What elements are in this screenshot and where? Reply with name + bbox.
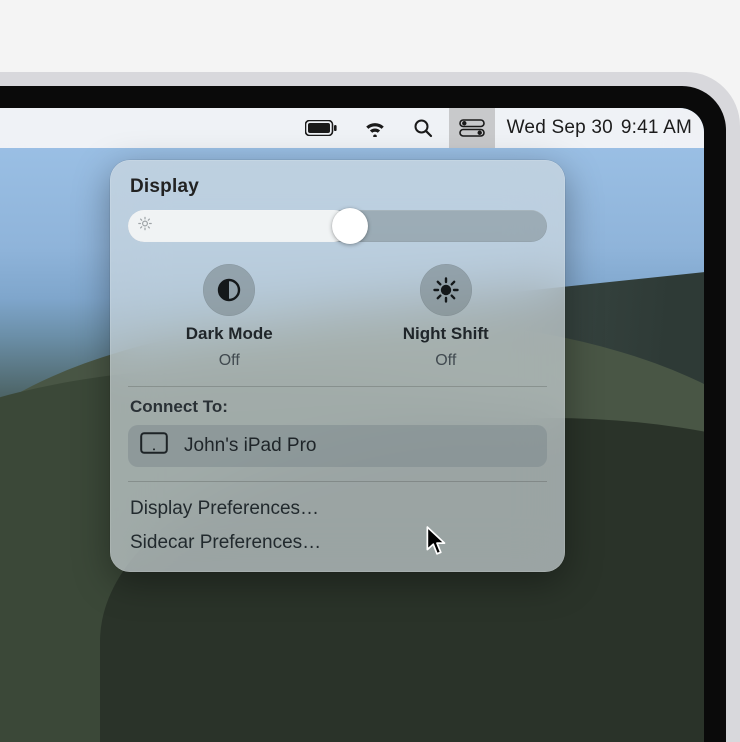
- ipad-icon: [140, 432, 168, 460]
- dark-mode-state: Off: [219, 352, 240, 370]
- spotlight-icon[interactable]: [403, 108, 443, 148]
- night-shift-state: Off: [435, 352, 456, 370]
- night-shift-toggle[interactable]: Night Shift Off: [343, 260, 550, 372]
- sidecar-device-row[interactable]: John's iPad Pro: [128, 425, 547, 467]
- brightness-low-icon: [138, 217, 152, 236]
- brightness-slider[interactable]: [128, 210, 547, 242]
- menubar-date: Wed Sep 30: [507, 117, 613, 138]
- brightness-slider-knob[interactable]: [332, 208, 368, 244]
- battery-icon[interactable]: [295, 108, 347, 148]
- night-shift-label: Night Shift: [403, 324, 489, 344]
- sidecar-preferences-link[interactable]: Sidecar Preferences…: [128, 526, 547, 560]
- dark-mode-label: Dark Mode: [186, 324, 273, 344]
- dark-mode-toggle[interactable]: Dark Mode Off: [126, 260, 333, 372]
- screen: Wed Sep 30 9:41 AM Display: [0, 108, 704, 742]
- display-preferences-link[interactable]: Display Preferences…: [128, 492, 547, 526]
- brightness-slider-fill: [128, 210, 350, 242]
- dark-mode-icon: [203, 264, 255, 316]
- display-panel: Display Dark Mode Off: [110, 160, 565, 572]
- menubar: Wed Sep 30 9:41 AM: [0, 108, 704, 148]
- laptop-frame: Wed Sep 30 9:41 AM Display: [0, 72, 740, 742]
- panel-title: Display: [130, 176, 547, 198]
- laptop-bezel: Wed Sep 30 9:41 AM Display: [0, 86, 726, 742]
- divider: [128, 386, 547, 387]
- sidecar-device-name: John's iPad Pro: [184, 435, 316, 457]
- wifi-icon[interactable]: [353, 108, 397, 148]
- menubar-time: 9:41 AM: [621, 117, 692, 138]
- control-center-icon[interactable]: [449, 108, 495, 148]
- menubar-datetime[interactable]: Wed Sep 30 9:41 AM: [501, 117, 692, 139]
- divider: [128, 481, 547, 482]
- connect-to-label: Connect To:: [130, 397, 547, 417]
- night-shift-icon: [420, 264, 472, 316]
